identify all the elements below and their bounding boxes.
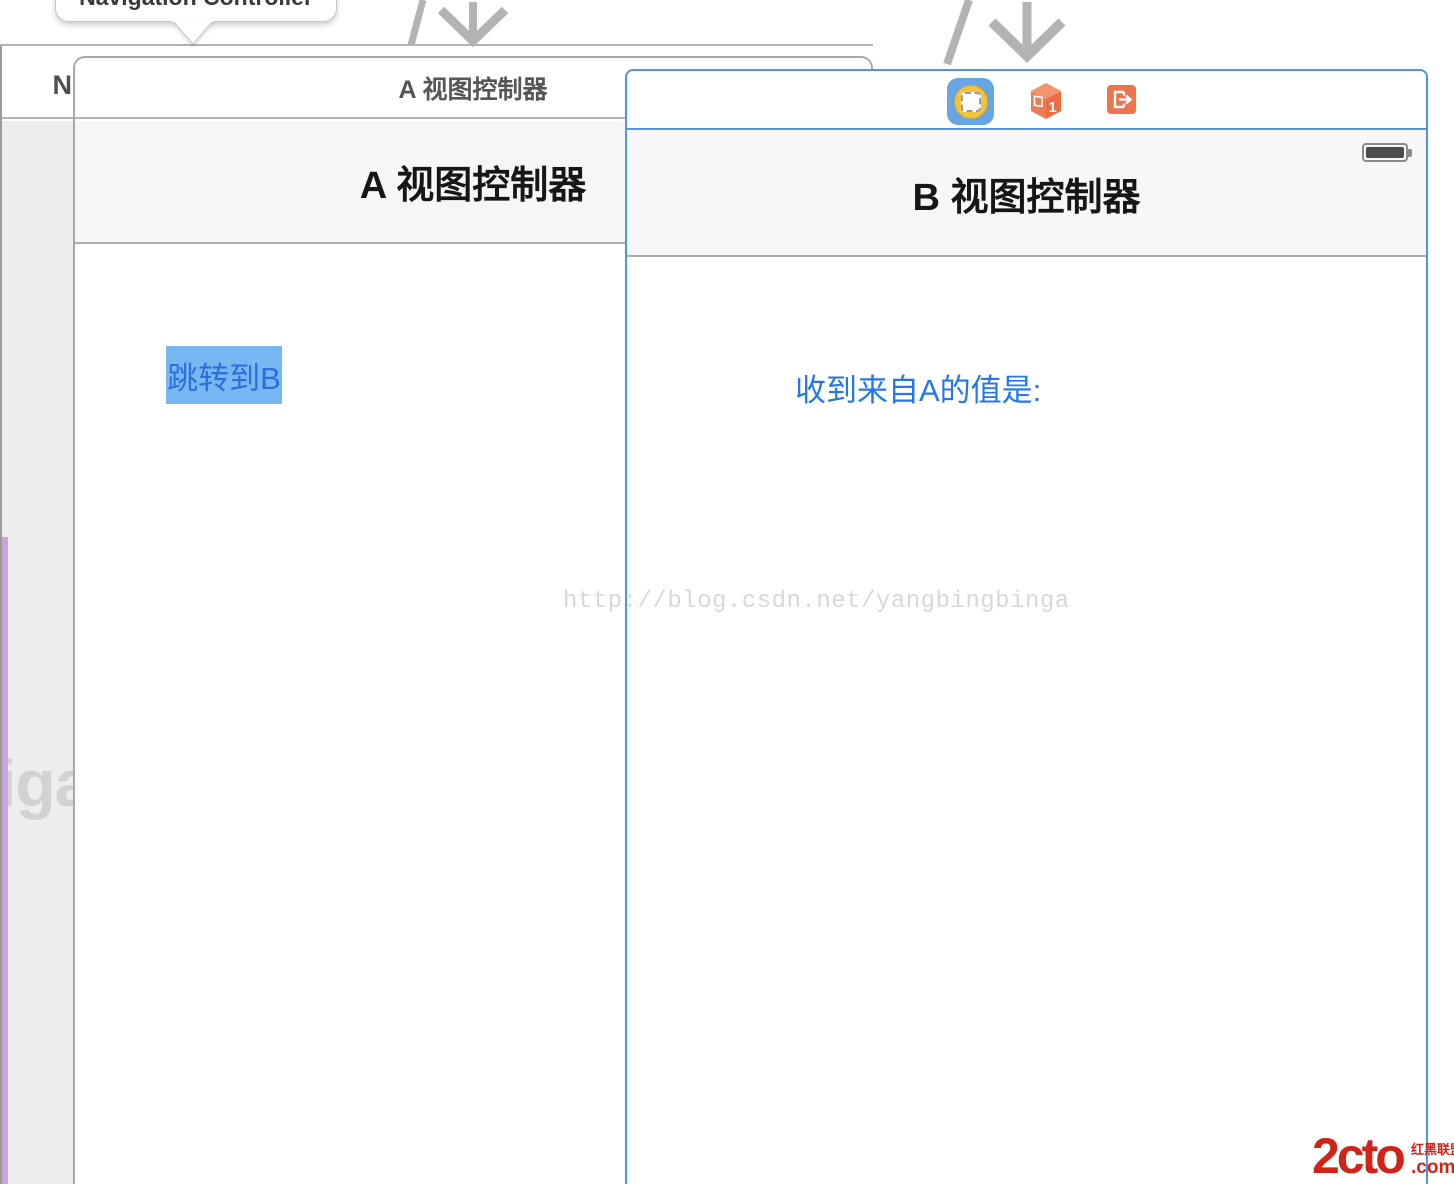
view-controller-icon-view-glyph bbox=[960, 91, 981, 112]
first-responder-badge: 1 bbox=[1048, 99, 1056, 116]
exit-icon[interactable] bbox=[1107, 85, 1136, 114]
scene-b-navigation-bar[interactable]: B 视图控制器 bbox=[627, 132, 1426, 257]
blog-url-watermark: http://blog.csdn.net/yangbingbinga bbox=[563, 588, 1070, 615]
view-controller-icon[interactable] bbox=[947, 78, 994, 125]
scene-a-header-title: A 视图控制器 bbox=[398, 75, 548, 104]
navigation-controller-scene-body: iga bbox=[2, 121, 74, 1184]
received-value-label[interactable]: 收到来自A的值是: bbox=[795, 365, 1041, 410]
segue-arrow-to-b[interactable] bbox=[943, 0, 1066, 66]
left-edge-highlight-strip bbox=[2, 537, 8, 1184]
logo-tld-text: .com bbox=[1411, 1157, 1454, 1178]
navigation-controller-scene[interactable]: N iga bbox=[0, 44, 74, 1184]
navigation-controller-tooltip: Navigation Controller bbox=[55, 0, 337, 45]
view-controller-icon-circle bbox=[953, 84, 988, 119]
logo-alliance-text: 红黑联盟 bbox=[1411, 1142, 1454, 1157]
tooltip-bubble: Navigation Controller bbox=[55, 0, 337, 22]
site-logo: 2cto 红黑联盟 .com bbox=[1312, 1131, 1454, 1184]
first-responder-icon[interactable]: 1 bbox=[1029, 82, 1063, 120]
jump-to-b-button[interactable]: 跳转到B bbox=[166, 346, 282, 404]
scene-a-nav-title: A 视图控制器 bbox=[359, 165, 587, 207]
tooltip-tail bbox=[172, 21, 214, 45]
navigation-controller-big-label-fragment: iga bbox=[2, 746, 74, 820]
tooltip-label: Navigation Controller bbox=[56, 0, 336, 9]
scene-b-nav-title: B 视图控制器 bbox=[912, 177, 1141, 219]
scene-b-dock: 1 bbox=[627, 71, 1426, 130]
navigation-controller-title-fragment: N bbox=[52, 70, 73, 100]
segue-arrow-to-a[interactable] bbox=[407, 0, 509, 48]
scene-b-view[interactable]: 收到来自A的值是: bbox=[627, 259, 1426, 1184]
jump-to-b-button-label: 跳转到B bbox=[167, 360, 281, 396]
storyboard-canvas: N iga A 视图控制器 A 视图控制器 跳转到B bbox=[0, 0, 1454, 1184]
logo-brand-text: 2cto bbox=[1312, 1128, 1406, 1184]
scene-b-view-controller[interactable]: 1 B 视图控制器 收到来自A的值是: bbox=[625, 69, 1428, 1184]
